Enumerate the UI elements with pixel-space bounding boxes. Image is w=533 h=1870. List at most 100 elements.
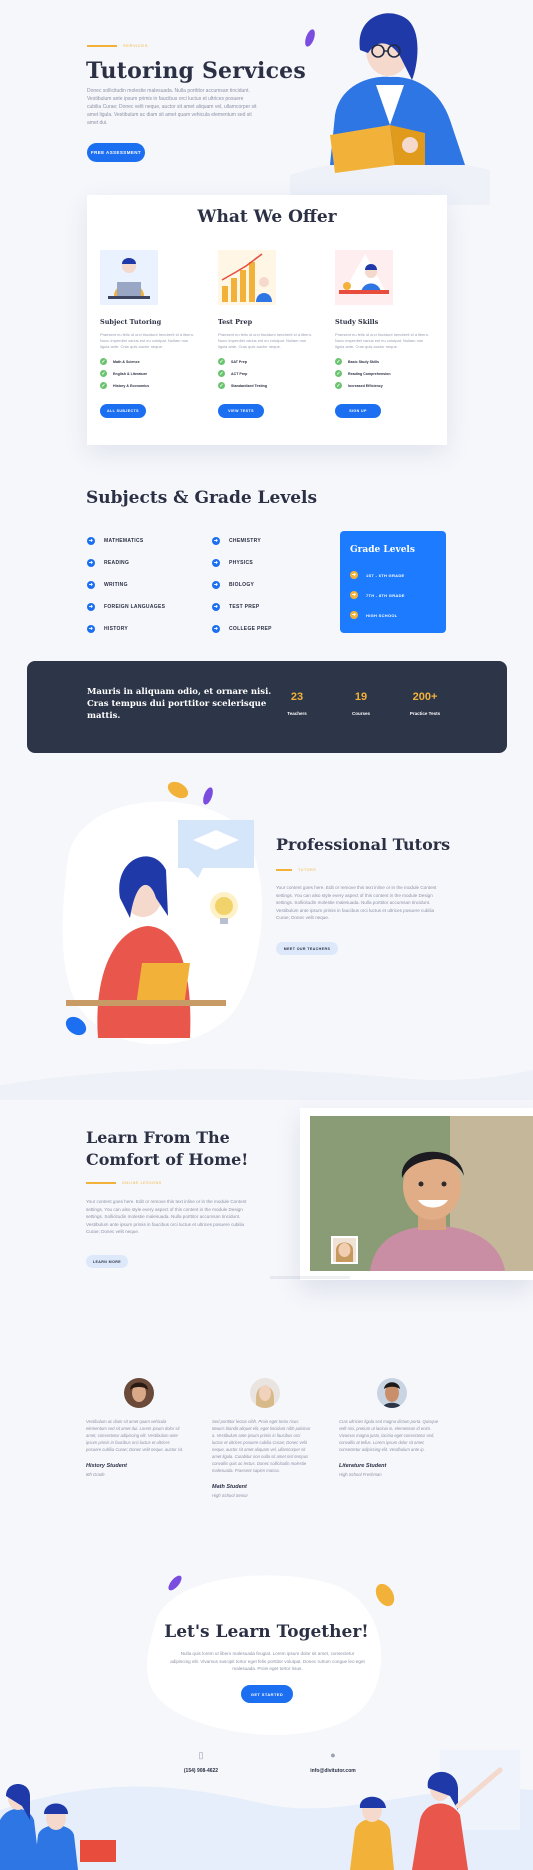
checklist-item: ✓ Reading Comprehension xyxy=(335,370,391,377)
subject-link[interactable]: ➜ WRITING xyxy=(87,574,165,596)
video-call-frame xyxy=(310,1116,533,1271)
subject-link[interactable]: ➜ CHEMISTRY xyxy=(212,530,272,552)
check-icon: ✓ xyxy=(335,358,342,365)
tutor-laptop-illustration xyxy=(62,781,262,1045)
offer-column-test-prep: Test Prep Praesent eu felis id orci tinc… xyxy=(218,250,318,418)
check-icon: ✓ xyxy=(100,382,107,389)
offer-title: What We Offer xyxy=(197,207,337,227)
learn-more-button[interactable]: LEARN MORE xyxy=(86,1255,128,1268)
check-icon: ✓ xyxy=(100,358,107,365)
arrow-right-icon: ➜ xyxy=(87,625,95,633)
check-icon: ✓ xyxy=(218,370,225,377)
testimonial-text: Sed porttitor lectus nibh. Proin eget to… xyxy=(212,1419,311,1473)
what-we-offer-card: What We Offer Subject Tutoring Praesent … xyxy=(87,195,447,445)
grade-level-link[interactable]: ➜ 7TH - 8TH GRADE xyxy=(350,585,436,605)
testimonial-card: Sed porttitor lectus nibh. Proin eget to… xyxy=(212,1378,312,1498)
subjects-list-right: ➜ CHEMISTRY ➜ PHYSICS ➜ BIOLOGY ➜ TEST PREP … xyxy=(212,530,272,640)
offer-column-subject-tutoring: Subject Tutoring Praesent eu felis id or… xyxy=(100,250,200,418)
stat-label: Practice Tests xyxy=(409,711,441,716)
home-body: Your content goes here. Edit or remove t… xyxy=(86,1199,247,1234)
stats-quote: Mauris in aliquam odio, et ornare nisi. … xyxy=(87,687,272,721)
offer-checklist: ✓ SAT Prep ✓ ACT Prep ✓ Standardized Testin… xyxy=(218,358,318,389)
arrow-right-icon: ➜ xyxy=(212,603,220,611)
subject-link[interactable]: ➜ FOREIGN LANGUAGES xyxy=(87,596,165,618)
cta-title: Let's Learn Together! xyxy=(164,1622,369,1642)
sign-up-button[interactable]: SIGN UP xyxy=(335,404,381,418)
page: SERVICES Tutoring Services Donec sollici… xyxy=(0,0,533,1870)
testimonial-role: 8th Grade xyxy=(86,1472,105,1477)
view-tests-button[interactable]: VIEW TESTS xyxy=(218,404,264,418)
subjects-title: Subjects & Grade Levels xyxy=(86,488,318,508)
cta-body: Nulla quis lorem ut libero malesuada feu… xyxy=(170,1651,365,1671)
student-avatar-thumbnail xyxy=(333,1238,356,1262)
free-assessment-button[interactable]: FREE ASSESSMENT xyxy=(87,143,145,162)
grade-levels-list: ➜ 1ST - 6TH GRADE ➜ 7TH - 8TH GRADE ➜ HIGH … xyxy=(350,565,436,625)
testimonial-name: History Student xyxy=(86,1463,127,1469)
testimonial-role: High School Freshman xyxy=(339,1472,382,1477)
checklist-item: ✓ Standardized Testing xyxy=(218,382,268,389)
testimonial-name: Math Student xyxy=(212,1484,247,1490)
self-view-thumbnail[interactable] xyxy=(331,1236,358,1264)
offer-column-study-skills: Study Skills Praesent eu felis id orci t… xyxy=(335,250,435,418)
stat-courses: 19 Courses xyxy=(331,691,391,716)
checklist-item: ✓ History & Economics xyxy=(100,382,150,389)
offer-column-body: Praesent eu felis id orci tincidunt hend… xyxy=(335,332,430,349)
subject-link[interactable]: ➜ READING xyxy=(87,552,165,574)
stat-teachers: 23 Teachers xyxy=(267,691,327,716)
stat-label: Courses xyxy=(351,711,370,716)
check-icon: ✓ xyxy=(335,382,342,389)
subject-link[interactable]: ➜ PHYSICS xyxy=(212,552,272,574)
home-eyebrow: ONLINE LESSONS xyxy=(86,1181,162,1185)
checklist-item: ✓ Basic Study Skills xyxy=(335,358,379,365)
offer-column-title: Subject Tutoring xyxy=(100,318,162,326)
offer-column-body: Praesent eu felis id orci tincidunt hend… xyxy=(218,332,313,349)
grade-levels-title: Grade Levels xyxy=(350,545,415,555)
checklist-item: ✓ English & Literature xyxy=(100,370,148,377)
testimonial-text: Vestibulum ac diam sit amet quam vehicul… xyxy=(86,1419,184,1452)
checklist-item: ✓ Increased Efficiency xyxy=(335,382,383,389)
subject-link[interactable]: ➜ BIOLOGY xyxy=(212,574,272,596)
all-subjects-button[interactable]: ALL SUBJECTS xyxy=(100,404,146,418)
subjects-list-left: ➜ MATHEMATICS ➜ READING ➜ WRITING ➜ FOREIGN … xyxy=(87,530,165,640)
tutors-title: Professional Tutors xyxy=(276,835,451,854)
arrow-right-icon: ➜ xyxy=(212,537,220,545)
hero-reading-tutor-illustration xyxy=(290,13,490,205)
stat-label: Teachers xyxy=(287,711,307,716)
subject-link[interactable]: ➜ MATHEMATICS xyxy=(87,530,165,552)
testimonial-name: Literature Student xyxy=(339,1463,387,1469)
contact-phone[interactable]: ▯ (154) 908-4622 xyxy=(178,1750,224,1774)
card-shadow xyxy=(270,1276,350,1279)
chat-bubble-icon: ● xyxy=(330,1750,336,1760)
check-icon: ✓ xyxy=(218,358,225,365)
offer-checklist: ✓ Math & Science ✓ English & Literature ✓ H… xyxy=(100,358,200,389)
stat-value: 200+ xyxy=(412,691,438,703)
stat-value: 23 xyxy=(290,691,304,703)
tutors-body: Your content goes here. Edit or remove t… xyxy=(276,885,437,920)
arrow-right-icon: ➜ xyxy=(87,603,95,611)
subject-link[interactable]: ➜ COLLEGE PREP xyxy=(212,618,272,640)
arrow-right-icon: ➜ xyxy=(350,611,358,619)
meet-our-teachers-button[interactable]: MEET OUR TEACHERS xyxy=(276,942,338,955)
stats-banner: Mauris in aliquam odio, et ornare nisi. … xyxy=(27,661,507,753)
arrow-right-icon: ➜ xyxy=(212,559,220,567)
grade-level-link[interactable]: ➜ HIGH SCHOOL xyxy=(350,605,436,625)
offer-column-title: Study Skills xyxy=(335,318,379,326)
check-icon: ✓ xyxy=(218,382,225,389)
testimonial-role: High School Senior xyxy=(212,1493,248,1498)
home-title: Learn From The Comfort of Home! xyxy=(86,1128,249,1169)
avatar xyxy=(377,1378,407,1408)
hero-eyebrow: SERVICES xyxy=(87,43,148,48)
checklist-item: ✓ ACT Prep xyxy=(218,370,248,377)
student-studying-illustration xyxy=(335,250,393,305)
video-call-card xyxy=(300,1108,533,1280)
avatar xyxy=(250,1378,280,1408)
contact-email[interactable]: ● info@divitutor.com xyxy=(306,1750,360,1774)
offer-column-body: Praesent eu felis id orci tincidunt hend… xyxy=(100,332,195,349)
checklist-item: ✓ SAT Prep xyxy=(218,358,247,365)
grade-level-link[interactable]: ➜ 1ST - 6TH GRADE xyxy=(350,565,436,585)
subject-link[interactable]: ➜ HISTORY xyxy=(87,618,165,640)
arrow-right-icon: ➜ xyxy=(350,571,358,579)
get-started-button[interactable]: GET STARTED xyxy=(241,1685,293,1703)
subject-link[interactable]: ➜ TEST PREP xyxy=(212,596,272,618)
check-icon: ✓ xyxy=(100,370,107,377)
